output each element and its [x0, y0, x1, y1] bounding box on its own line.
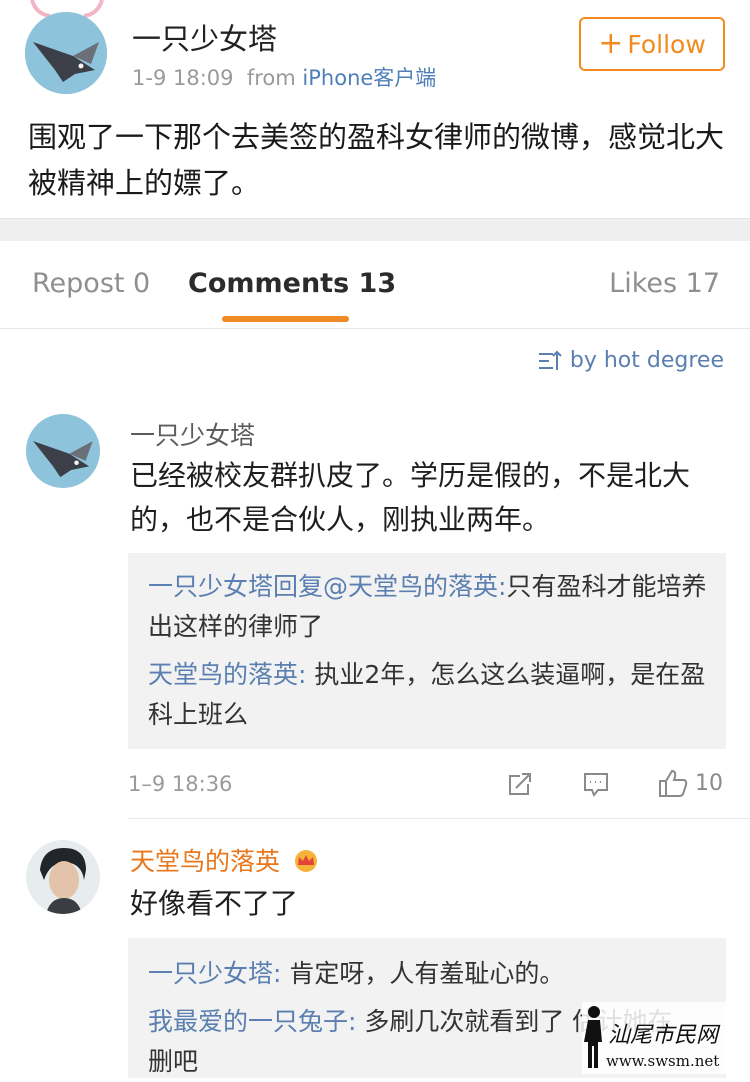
tab-divider [0, 328, 750, 329]
comment-username[interactable]: 一只少女塔 [130, 416, 255, 452]
follow-button[interactable]: + Follow [579, 17, 725, 71]
tab-repost[interactable]: Repost 0 [32, 268, 150, 299]
share-button[interactable] [506, 770, 534, 798]
section-divider [0, 218, 750, 241]
post-source[interactable]: iPhone客户端 [302, 66, 436, 90]
reply-button[interactable] [582, 770, 610, 798]
reply-text: 肯定呀，人有羞耻心的。 [281, 959, 565, 988]
comment-avatar[interactable] [26, 840, 100, 914]
sort-label: by hot degree [569, 348, 724, 373]
comment-icon [584, 773, 608, 797]
comment-text: 好像看不了了 [130, 887, 299, 920]
comment-divider [128, 818, 750, 819]
tab-comments[interactable]: Comments 13 [188, 268, 396, 299]
reply-author[interactable]: 天堂鸟的落英: [148, 660, 306, 689]
sort-toggle[interactable]: by hot degree [538, 348, 724, 373]
sort-icon [538, 350, 562, 370]
comment-time: 1–9 18:36 [128, 772, 233, 796]
like-count: 10 [695, 770, 723, 796]
crown-icon [294, 850, 317, 872]
watermark-url: www.swsm.net [606, 1052, 719, 1070]
reply-item: 一只少女塔回复@天堂鸟的落英:只有盈科才能培养出这样的律师了 [148, 567, 708, 647]
reply-thread[interactable]: 一只少女塔回复@天堂鸟的落英:只有盈科才能培养出这样的律师了 天堂鸟的落英: 执… [128, 553, 726, 749]
post-from-label: from [246, 66, 296, 90]
share-icon [509, 773, 531, 795]
thumbs-up-icon [659, 769, 688, 797]
post-author-name[interactable]: 一只少女塔 [132, 16, 277, 58]
comment-username[interactable]: 天堂鸟的落英 [130, 842, 320, 878]
post-meta: 1-9 18:09 from iPhone客户端 [132, 62, 436, 92]
follow-label: Follow [627, 29, 706, 59]
active-tab-indicator [222, 316, 349, 322]
plus-icon: + [598, 26, 624, 61]
reply-author[interactable]: 我最爱的一只兔子: [148, 1007, 356, 1036]
reply-author[interactable]: 一只少女塔: [148, 959, 281, 988]
like-button[interactable]: 10 [657, 768, 723, 798]
comment-username-text: 天堂鸟的落英 [130, 847, 281, 876]
watermark-logo: 汕尾市民网 www.swsm.net [582, 1002, 742, 1074]
reply-author[interactable]: 一只少女塔回复@天堂鸟的落英: [148, 572, 506, 601]
post-author-avatar[interactable] [25, 12, 107, 94]
post-body: 围观了一下那个去美签的盈科女律师的微博，感觉北大被精神上的嫖了。 [28, 120, 725, 200]
comment-avatar[interactable] [26, 414, 100, 488]
reply-item: 天堂鸟的落英: 执业2年，怎么这么装逼啊，是在盈科上班么 [148, 655, 708, 735]
watermark-title: 汕尾市民网 [608, 1023, 721, 1048]
comment-text: 已经被校友群扒皮了。学历是假的，不是北大的，也不是合伙人，刚执业两年。 [130, 459, 691, 536]
reply-item: 一只少女塔: 肯定呀，人有羞耻心的。 [148, 954, 708, 994]
post-time: 1-9 18:09 [132, 66, 234, 90]
tab-likes[interactable]: Likes 17 [609, 268, 720, 299]
